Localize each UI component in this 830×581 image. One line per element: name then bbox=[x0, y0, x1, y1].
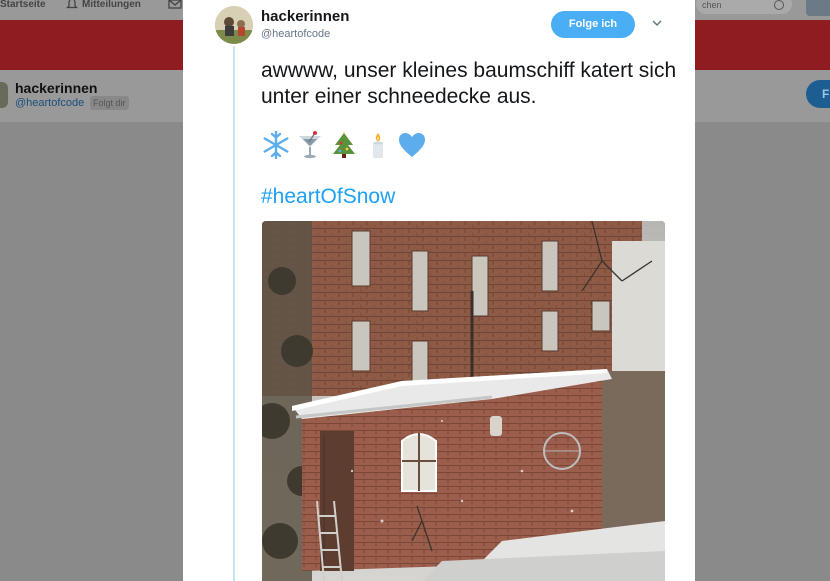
tweet-photo[interactable] bbox=[262, 221, 665, 581]
search-input[interactable]: chen bbox=[696, 0, 792, 14]
emoji-row bbox=[261, 130, 427, 160]
follow-button[interactable]: Folge ich bbox=[551, 11, 635, 38]
nav-notifications[interactable]: Mitteilungen bbox=[65, 0, 141, 13]
author-avatar[interactable] bbox=[215, 6, 253, 44]
author-handle[interactable]: @heartofcode bbox=[261, 28, 330, 40]
thread-line bbox=[233, 46, 235, 581]
follows-you-badge: Folgt dir bbox=[90, 96, 129, 110]
christmas-tree-icon bbox=[329, 130, 359, 160]
hashtag-link[interactable]: #heartOfSnow bbox=[261, 185, 395, 209]
tweet-modal: hackerinnen @heartofcode Folge ich awwww… bbox=[183, 0, 695, 581]
search-icon bbox=[774, 0, 784, 10]
profile-name: hackerinnen bbox=[15, 80, 98, 96]
nav-notifications-label: Mitteilungen bbox=[82, 0, 141, 10]
nav-home[interactable]: Startseite bbox=[0, 0, 46, 12]
chevron-down-icon[interactable] bbox=[651, 16, 663, 28]
bell-icon bbox=[65, 0, 79, 13]
candle-icon bbox=[363, 130, 393, 160]
search-placeholder: chen bbox=[702, 0, 722, 10]
profile-handle[interactable]: @heartofcode bbox=[15, 97, 84, 109]
user-avatar[interactable] bbox=[806, 0, 830, 16]
author-name[interactable]: hackerinnen bbox=[261, 8, 349, 25]
nav-messages[interactable] bbox=[168, 0, 182, 12]
nav-home-label: Startseite bbox=[0, 0, 46, 10]
profile-follow-button[interactable]: F bbox=[806, 80, 830, 108]
tweet-text: awwww, unser kleines baumschiff katert s… bbox=[261, 59, 677, 108]
blue-heart-icon bbox=[397, 130, 427, 160]
snowflake-icon bbox=[261, 130, 291, 160]
envelope-icon bbox=[168, 0, 182, 13]
cocktail-glass-icon bbox=[295, 130, 325, 160]
profile-avatar bbox=[0, 82, 8, 108]
